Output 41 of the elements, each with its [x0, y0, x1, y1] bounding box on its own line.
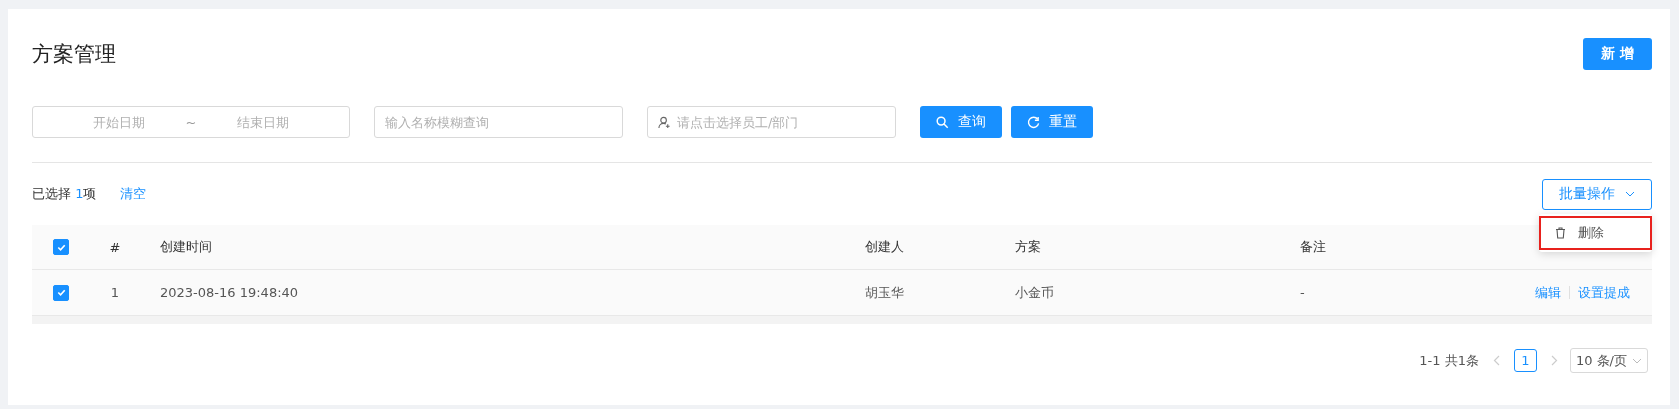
check-icon	[55, 287, 67, 298]
table-cell: 1	[110, 285, 120, 300]
select-all-checkbox[interactable]	[53, 239, 69, 255]
reset-button[interactable]: 重置	[1011, 106, 1093, 138]
column-header: 方案	[1015, 239, 1041, 254]
caret-icon	[1625, 191, 1635, 197]
menu-item-label: 删除	[1578, 223, 1604, 242]
trash-icon	[1555, 226, 1566, 239]
column-header: 创建人	[865, 239, 904, 254]
table-cell: 小金币	[1015, 284, 1054, 300]
name-search-field[interactable]: 输入名称模糊查询	[374, 106, 623, 138]
end-date-input[interactable]: 结束日期	[218, 113, 308, 131]
staff-select-field[interactable]: 请点击选择员工/部门	[647, 106, 896, 138]
range-separator: ~	[185, 114, 197, 130]
search-icon	[936, 115, 949, 129]
refresh-icon	[1027, 115, 1040, 129]
column-header: 备注	[1300, 239, 1326, 254]
start-date-input[interactable]: 开始日期	[74, 113, 164, 131]
caret-icon	[1632, 357, 1642, 364]
column-header: 创建时间	[160, 239, 212, 254]
batch-dropdown-button[interactable]: 批量操作	[1542, 178, 1652, 210]
row-checkbox[interactable]	[53, 284, 69, 301]
commission-link[interactable]: 设置提成	[1578, 283, 1630, 302]
table-cell: 胡玉华	[865, 284, 904, 300]
user-icon	[658, 116, 671, 129]
add-button[interactable]: 新 增	[1583, 38, 1652, 70]
column-header: #	[109, 239, 121, 255]
table-cell: -	[1300, 285, 1305, 300]
edit-link[interactable]: 编辑	[1535, 283, 1561, 302]
page-button[interactable]: 1	[1513, 349, 1537, 372]
date-range-field[interactable]: 开始日期 ~ 结束日期	[32, 106, 350, 138]
page-title: 方案管理	[32, 41, 116, 68]
page-size-select[interactable]: 10 条/页	[1569, 348, 1648, 373]
pagination-summary: 1-1 共1条	[1419, 351, 1479, 370]
selection-count: 已选择 1项	[32, 185, 97, 203]
delete-menu-item[interactable]: 删除	[1539, 215, 1652, 250]
search-button[interactable]: 查询	[920, 106, 1002, 138]
table-cell: 2023-08-16 19:48:40	[160, 285, 299, 300]
previous-page-icon[interactable]	[1492, 355, 1500, 366]
clear-link[interactable]: 清空	[120, 185, 147, 203]
next-page-icon[interactable]	[1550, 355, 1558, 366]
